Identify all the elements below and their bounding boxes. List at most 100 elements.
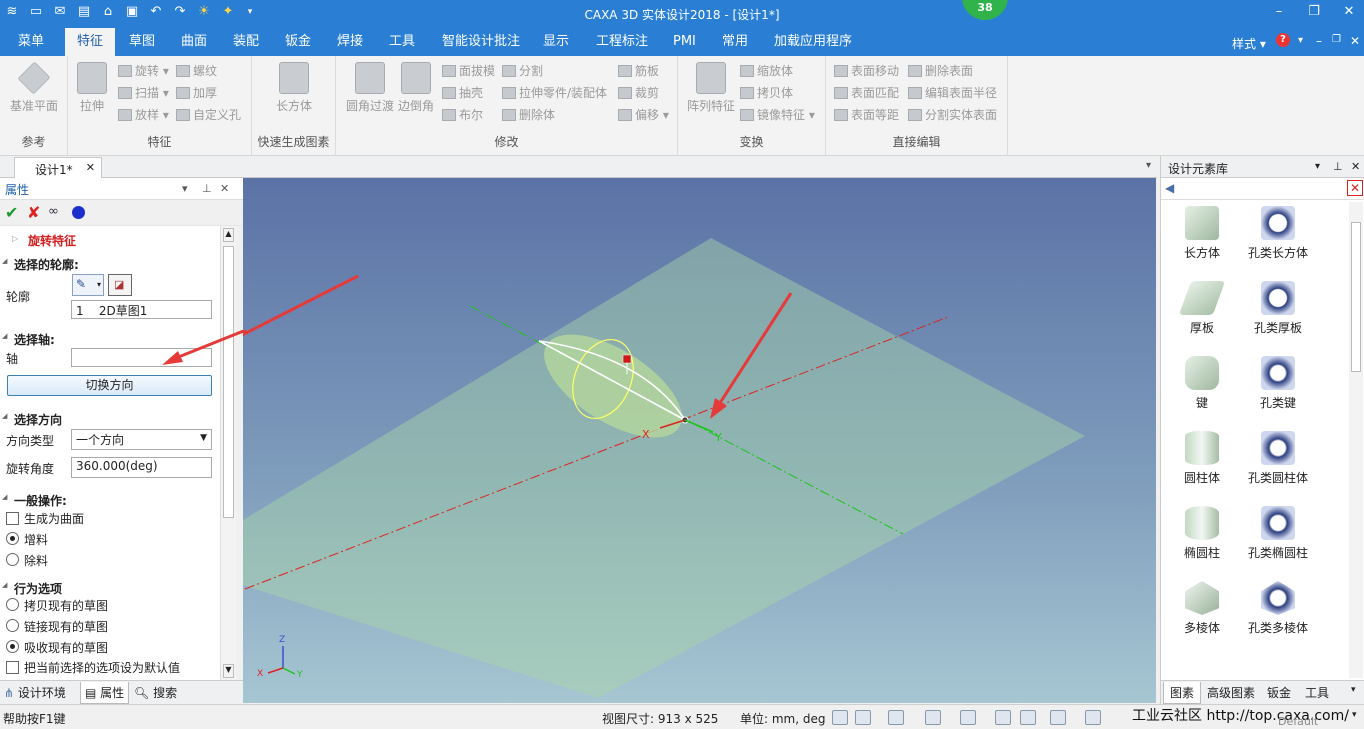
tab-pmi[interactable]: PMI	[661, 28, 708, 56]
lib-item-box[interactable]: 长方体	[1167, 206, 1237, 261]
lib-item-plate[interactable]: 厚板	[1167, 281, 1237, 336]
box-button[interactable]: 长方体	[270, 62, 318, 114]
link-sketch-radio[interactable]	[6, 619, 19, 632]
tab-properties[interactable]: ▤ 属性	[80, 682, 130, 704]
fillet-button[interactable]: 圆角过渡	[342, 62, 398, 114]
lib-item-prism[interactable]: 多棱体	[1167, 581, 1237, 636]
thicken-button[interactable]: 加厚	[176, 84, 217, 102]
tab-weld[interactable]: 焊接	[325, 28, 375, 56]
panel-pin-icon[interactable]: ⊥	[202, 182, 212, 195]
delete-body-button[interactable]: 删除体	[502, 106, 555, 124]
lib-item-hole-key[interactable]: 孔类键	[1243, 356, 1313, 411]
tab-menu[interactable]: 菜单	[6, 28, 56, 56]
tab-surface[interactable]: 曲面	[169, 28, 219, 56]
section-view-icon[interactable]	[1085, 710, 1101, 725]
pattern-feature-button[interactable]: 阵列特征	[686, 62, 736, 114]
move-face-button[interactable]: 表面移动	[834, 62, 899, 80]
thread-button[interactable]: 螺纹	[176, 62, 217, 80]
tab-search[interactable]: 🔍︎ 搜索	[134, 684, 177, 701]
library-pin-icon[interactable]: ⊥	[1333, 160, 1343, 173]
tab-lib-tools[interactable]: 工具	[1305, 684, 1329, 701]
library-tabs-dropdown-icon[interactable]: ▾	[1351, 685, 1356, 695]
add-material-radio[interactable]	[6, 532, 19, 545]
doc-tab-design1[interactable]: 设计1* ✕	[14, 157, 102, 178]
zoom-all-icon[interactable]	[832, 710, 848, 725]
property-scrollbar[interactable]: ▲ ▼	[220, 226, 236, 680]
direction-type-select[interactable]: 一个方向 ▼	[71, 429, 212, 450]
tab-list-dropdown-icon[interactable]: ▾	[1146, 160, 1151, 171]
zoom-icon[interactable]	[855, 710, 871, 725]
display-style-icon[interactable]	[995, 710, 1011, 725]
view-orient-icon[interactable]	[888, 710, 904, 725]
lib-item-elliptic-cylinder[interactable]: 椭圆柱	[1167, 506, 1237, 561]
absorb-sketch-radio[interactable]	[6, 640, 19, 653]
library-scroll-thumb[interactable]	[1351, 222, 1361, 372]
help-icon[interactable]: ?	[1276, 33, 1290, 47]
edit-radius-button[interactable]: 编辑表面半径	[908, 84, 997, 102]
lib-item-key[interactable]: 键	[1167, 356, 1237, 411]
section-axis[interactable]: 选择轴:	[2, 331, 55, 348]
profile-list[interactable]: 1 2D草图1	[71, 300, 212, 319]
ribbon-minimize-button[interactable]: –	[1316, 34, 1322, 48]
style-menu[interactable]: 样式 ▾	[1232, 35, 1266, 52]
preview-glasses-icon[interactable]: ∞	[48, 204, 59, 219]
remove-material-radio[interactable]	[6, 553, 19, 566]
section-profile[interactable]: 选择的轮廓:	[2, 256, 79, 273]
confirm-check-icon[interactable]: ✔	[5, 203, 18, 222]
ribbon-close-button[interactable]: ✕	[1350, 34, 1360, 48]
cancel-x-icon[interactable]: ✘	[27, 203, 40, 222]
help-dropdown-icon[interactable]: ▾	[1298, 35, 1303, 46]
trim-button[interactable]: 裁剪	[618, 84, 659, 102]
ribbon-restore-button[interactable]: ❐	[1332, 34, 1341, 45]
tab-eng-annotation[interactable]: 工程标注	[584, 28, 660, 56]
viewport-canvas[interactable]: X Y Z X Y	[243, 178, 1156, 703]
tab-design-environment[interactable]: ⋔ 设计环境	[4, 684, 66, 701]
chamfer-button[interactable]: 边倒角	[396, 62, 436, 114]
view-glasses-icon[interactable]	[1020, 710, 1036, 725]
sketch-edit-button[interactable]: ◪	[108, 274, 132, 296]
copy-sketch-radio[interactable]	[6, 598, 19, 611]
custom-hole-button[interactable]: 自定义孔	[176, 106, 241, 124]
help-circle-icon[interactable]	[72, 206, 85, 219]
close-button[interactable]: ✕	[1334, 2, 1364, 24]
datum-plane-button[interactable]: 基准平面	[10, 61, 58, 114]
tab-lib-sheetmetal[interactable]: 钣金	[1267, 684, 1291, 701]
tab-feature[interactable]: 特征	[65, 28, 116, 56]
library-dropdown-icon[interactable]: ▾	[1315, 161, 1320, 172]
offset-face-button[interactable]: 表面等距	[834, 106, 899, 124]
mirror-feature-button[interactable]: 镜像特征 ▾	[740, 106, 815, 124]
boolean-button[interactable]: 布尔	[442, 106, 483, 124]
extrude-part-button[interactable]: 拉伸零件/装配体	[502, 84, 607, 102]
minimize-button[interactable]: –	[1264, 2, 1294, 24]
shell-button[interactable]: 抽壳	[442, 84, 483, 102]
lib-item-hole-plate[interactable]: 孔类厚板	[1243, 281, 1313, 336]
sketch-plane[interactable]	[243, 238, 1085, 698]
selection-filter-icon[interactable]	[960, 710, 976, 725]
match-face-button[interactable]: 表面匹配	[834, 84, 899, 102]
tab-sheetmetal[interactable]: 钣金	[273, 28, 323, 56]
scroll-thumb[interactable]	[223, 246, 234, 518]
set-default-checkbox[interactable]	[6, 661, 19, 674]
tab-load-apps[interactable]: 加载应用程序	[762, 28, 864, 56]
restore-button[interactable]: ❐	[1299, 2, 1329, 24]
rib-button[interactable]: 筋板	[618, 62, 659, 80]
scale-body-button[interactable]: 缩放体	[740, 62, 793, 80]
offset-button[interactable]: 偏移 ▾	[618, 106, 669, 124]
tab-display[interactable]: 显示	[531, 28, 581, 56]
close-library-icon[interactable]: ✕	[1347, 180, 1363, 196]
panel-close-icon[interactable]: ✕	[220, 182, 229, 195]
library-close-icon[interactable]: ✕	[1351, 160, 1360, 173]
3d-viewport[interactable]: X Y Z X Y	[243, 178, 1156, 703]
draft-button[interactable]: 面拔模	[442, 62, 495, 80]
status-dropdown-icon[interactable]: ▾	[1352, 710, 1357, 720]
library-scrollbar[interactable]	[1349, 202, 1363, 678]
extrude-button[interactable]: 拉伸	[68, 62, 116, 114]
tab-smart-annotation[interactable]: 智能设计批注	[430, 28, 532, 56]
render-mode-icon[interactable]	[925, 710, 941, 725]
copy-body-button[interactable]: 拷贝体	[740, 84, 793, 102]
lib-item-hole-elliptic-cylinder[interactable]: 孔类椭圆柱	[1243, 506, 1313, 561]
tab-common[interactable]: 常用	[710, 28, 760, 56]
handle-marker[interactable]	[622, 354, 632, 364]
rotation-angle-input[interactable]: 360.000(deg)	[71, 457, 212, 478]
tab-advanced-primitives[interactable]: 高级图素	[1207, 684, 1255, 701]
